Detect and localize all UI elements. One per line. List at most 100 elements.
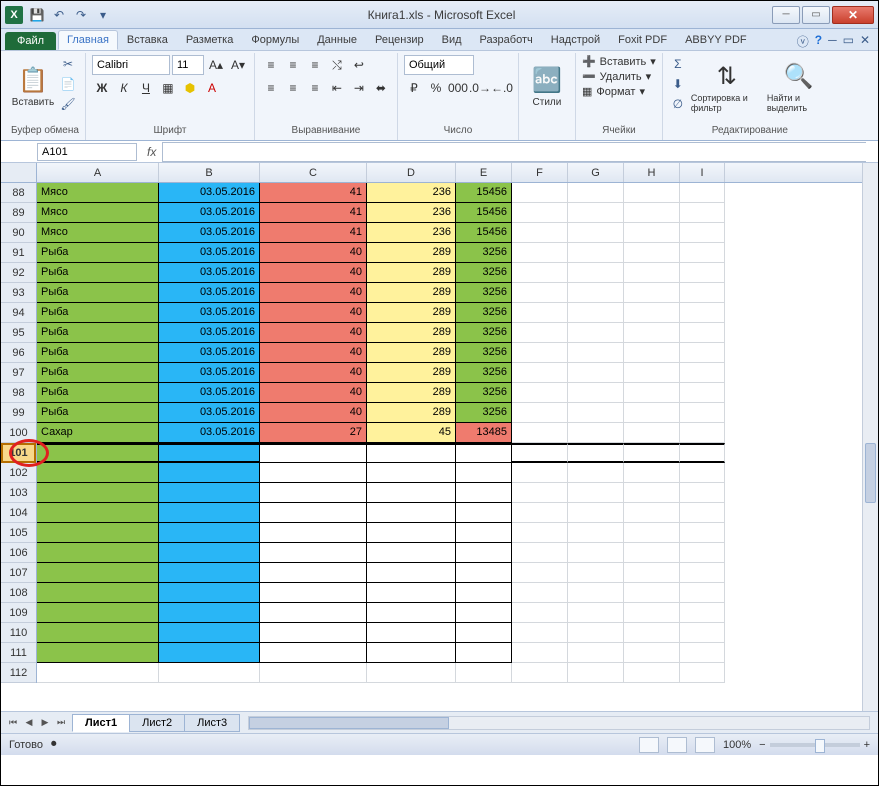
row-header[interactable]: 106 bbox=[1, 543, 36, 563]
cell[interactable] bbox=[624, 503, 680, 523]
tab-Разметка[interactable]: Разметка bbox=[177, 30, 243, 50]
row-header[interactable]: 89 bbox=[1, 203, 36, 223]
row-header[interactable]: 102 bbox=[1, 463, 36, 483]
cell[interactable] bbox=[624, 623, 680, 643]
view-pagebreak-icon[interactable] bbox=[695, 737, 715, 753]
cell[interactable] bbox=[37, 463, 159, 483]
tab-Надстрой[interactable]: Надстрой bbox=[542, 30, 609, 50]
cell[interactable] bbox=[568, 183, 624, 203]
cell[interactable]: Рыба bbox=[37, 343, 159, 363]
cell[interactable] bbox=[680, 603, 725, 623]
col-header-A[interactable]: A bbox=[37, 163, 159, 182]
cell[interactable] bbox=[680, 363, 725, 383]
tab-Разработч[interactable]: Разработч bbox=[471, 30, 542, 50]
cell[interactable] bbox=[37, 443, 159, 463]
sheet-nav-first-icon[interactable]: ⏮ bbox=[5, 715, 21, 731]
cell[interactable] bbox=[260, 483, 367, 503]
table-row[interactable] bbox=[37, 583, 862, 603]
cell[interactable] bbox=[512, 663, 568, 683]
ribbon-minimize-icon[interactable]: ⓥ bbox=[797, 33, 809, 50]
sort-filter-button[interactable]: ⇅ Сортировка и фильтр bbox=[691, 55, 763, 119]
cell[interactable]: 03.05.2016 bbox=[159, 263, 260, 283]
redo-icon[interactable]: ↷ bbox=[73, 7, 89, 23]
cell[interactable] bbox=[680, 663, 725, 683]
cell[interactable]: 15456 bbox=[456, 203, 512, 223]
cell[interactable] bbox=[568, 463, 624, 483]
cell[interactable] bbox=[37, 583, 159, 603]
cell[interactable]: 3256 bbox=[456, 243, 512, 263]
cell[interactable] bbox=[512, 623, 568, 643]
cell[interactable] bbox=[367, 523, 456, 543]
row-header[interactable]: 103 bbox=[1, 483, 36, 503]
cell[interactable] bbox=[512, 203, 568, 223]
cell[interactable] bbox=[680, 443, 725, 463]
delete-cells-button[interactable]: ➖Удалить ▾ bbox=[582, 70, 651, 83]
cell[interactable] bbox=[260, 443, 367, 463]
cell[interactable] bbox=[624, 463, 680, 483]
col-header-E[interactable]: E bbox=[456, 163, 512, 182]
cell[interactable] bbox=[680, 203, 725, 223]
cell[interactable] bbox=[37, 563, 159, 583]
cell[interactable] bbox=[260, 623, 367, 643]
align-middle-icon[interactable]: ≡ bbox=[283, 55, 303, 75]
cell[interactable] bbox=[37, 523, 159, 543]
cell[interactable] bbox=[512, 563, 568, 583]
merge-cells-icon[interactable]: ⬌ bbox=[371, 78, 391, 98]
row-header[interactable]: 98 bbox=[1, 383, 36, 403]
cell[interactable]: 03.05.2016 bbox=[159, 403, 260, 423]
save-icon[interactable]: 💾 bbox=[29, 7, 45, 23]
col-header-C[interactable]: C bbox=[260, 163, 367, 182]
cell[interactable] bbox=[624, 563, 680, 583]
cell[interactable] bbox=[624, 543, 680, 563]
table-row[interactable]: Сахар03.05.2016274513485 bbox=[37, 423, 862, 443]
cell[interactable]: 40 bbox=[260, 323, 367, 343]
cell[interactable] bbox=[456, 643, 512, 663]
tab-Foxit PDF[interactable]: Foxit PDF bbox=[609, 30, 676, 50]
cell[interactable]: 3256 bbox=[456, 263, 512, 283]
cell[interactable] bbox=[512, 423, 568, 443]
view-normal-icon[interactable] bbox=[639, 737, 659, 753]
font-name-select[interactable] bbox=[92, 55, 170, 75]
cell[interactable] bbox=[568, 583, 624, 603]
align-left-icon[interactable]: ≡ bbox=[261, 78, 281, 98]
cell[interactable] bbox=[37, 643, 159, 663]
col-header-B[interactable]: B bbox=[159, 163, 260, 182]
cell[interactable]: Рыба bbox=[37, 303, 159, 323]
vertical-scrollbar[interactable] bbox=[862, 163, 878, 711]
cell[interactable]: 40 bbox=[260, 263, 367, 283]
tab-ABBYY PDF[interactable]: ABBYY PDF bbox=[676, 30, 756, 50]
cell[interactable] bbox=[624, 523, 680, 543]
clear-icon[interactable]: ∅ bbox=[669, 95, 687, 113]
cell[interactable] bbox=[367, 603, 456, 623]
cell[interactable]: 03.05.2016 bbox=[159, 203, 260, 223]
row-header[interactable]: 91 bbox=[1, 243, 36, 263]
bold-button[interactable]: Ж bbox=[92, 78, 112, 98]
cell[interactable] bbox=[159, 443, 260, 463]
cell[interactable]: Рыба bbox=[37, 403, 159, 423]
cell[interactable] bbox=[512, 543, 568, 563]
cell[interactable] bbox=[456, 443, 512, 463]
cell[interactable] bbox=[456, 663, 512, 683]
cell[interactable] bbox=[159, 543, 260, 563]
cell[interactable] bbox=[680, 543, 725, 563]
cell[interactable] bbox=[367, 583, 456, 603]
table-row[interactable] bbox=[37, 623, 862, 643]
cell[interactable] bbox=[260, 643, 367, 663]
cell[interactable]: 236 bbox=[367, 183, 456, 203]
cell[interactable]: 03.05.2016 bbox=[159, 423, 260, 443]
cell[interactable] bbox=[159, 663, 260, 683]
help-icon[interactable]: ? bbox=[815, 33, 822, 50]
cell[interactable]: 03.05.2016 bbox=[159, 183, 260, 203]
row-header[interactable]: 96 bbox=[1, 343, 36, 363]
decrease-indent-icon[interactable]: ⇤ bbox=[327, 78, 347, 98]
cell[interactable] bbox=[456, 623, 512, 643]
table-row[interactable]: Рыба03.05.2016402893256 bbox=[37, 263, 862, 283]
zoom-slider[interactable] bbox=[770, 743, 860, 747]
cell[interactable] bbox=[624, 403, 680, 423]
formula-input[interactable] bbox=[162, 142, 866, 162]
cell[interactable] bbox=[680, 643, 725, 663]
row-header[interactable]: 93 bbox=[1, 283, 36, 303]
cell[interactable]: 27 bbox=[260, 423, 367, 443]
cell[interactable] bbox=[260, 563, 367, 583]
cell[interactable] bbox=[624, 383, 680, 403]
